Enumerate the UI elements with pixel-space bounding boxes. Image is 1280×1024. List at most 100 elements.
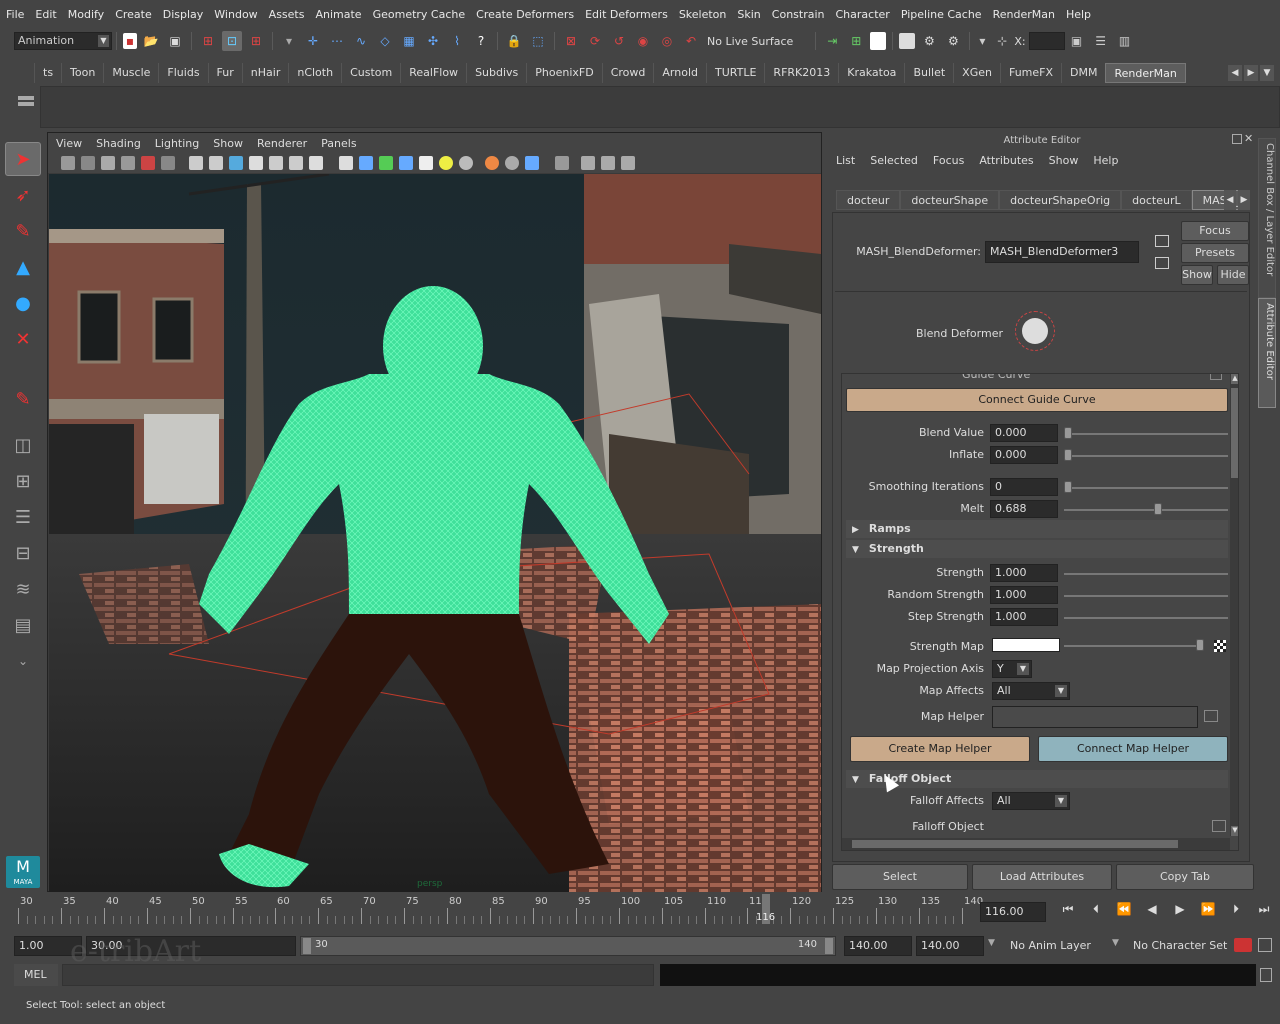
select-tool-icon[interactable]: ➤: [5, 142, 41, 176]
attribute-scroll-region[interactable]: Guide Curve Connect Guide Curve Blend Va…: [841, 373, 1239, 851]
ae-menu-focus[interactable]: Focus: [933, 154, 964, 167]
blend-value-slider-knob[interactable]: [1064, 427, 1072, 439]
smoothing-iterations-slider[interactable]: [1064, 487, 1228, 489]
safe-action-icon[interactable]: [249, 156, 263, 170]
wireframe-icon[interactable]: [339, 156, 353, 170]
ae-menu-help[interactable]: Help: [1093, 154, 1118, 167]
lasso-tool-icon[interactable]: ➶: [5, 178, 41, 212]
scroll-up-icon[interactable]: ▲: [1231, 374, 1238, 384]
range-end-field[interactable]: 140.00: [844, 936, 912, 956]
chevron-down-icon[interactable]: ▾: [976, 31, 988, 51]
create-map-helper-button[interactable]: Create Map Helper: [850, 736, 1030, 762]
strength-map-knob[interactable]: [1196, 639, 1204, 651]
tool-settings-icon[interactable]: ☰: [1091, 31, 1111, 51]
snap-grid-icon[interactable]: ✛: [303, 31, 323, 51]
shelf-tab-fumefx[interactable]: FumeFX: [999, 63, 1061, 83]
menu-help[interactable]: Help: [1066, 8, 1091, 21]
shelf-tab-subdivs[interactable]: Subdivs: [466, 63, 526, 83]
last-tool-icon[interactable]: ✎: [5, 382, 41, 416]
map-projection-axis-select[interactable]: Y ▼: [992, 660, 1032, 678]
smoothing-iterations-slider-knob[interactable]: [1064, 481, 1072, 493]
melt-slider-knob[interactable]: [1154, 503, 1162, 515]
snap-surface-icon[interactable]: ▦: [399, 31, 419, 51]
blend-value-slider[interactable]: [1064, 433, 1228, 435]
shelf-tab-phoenixfd[interactable]: PhoenixFD: [526, 63, 601, 83]
viewport-menu-show[interactable]: Show: [213, 137, 243, 150]
go-end-icon[interactable]: ⏭: [1250, 902, 1278, 917]
strength-map-swatch[interactable]: [992, 638, 1060, 652]
rotate-tool-icon[interactable]: ●: [5, 286, 41, 320]
shelf-tab-fluids[interactable]: Fluids: [158, 63, 207, 83]
shelf-tab-ncloth[interactable]: nCloth: [288, 63, 341, 83]
ae-tab-docteurl[interactable]: docteurL: [1121, 190, 1192, 210]
mel-label[interactable]: MEL: [14, 964, 58, 986]
shelf-tab-muscle[interactable]: Muscle: [103, 63, 158, 83]
new-scene-icon[interactable]: ▪: [123, 33, 137, 49]
blend-value-field[interactable]: 0.000: [990, 424, 1058, 442]
camera-icon[interactable]: ⇥: [822, 31, 842, 51]
smoothing-iterations-field[interactable]: 0: [990, 478, 1058, 496]
melt-field[interactable]: 0.688: [990, 500, 1058, 518]
reference-icon[interactable]: ⊞: [846, 31, 866, 51]
shelf-tab-renderman[interactable]: RenderMan: [1105, 63, 1186, 83]
ae-menu-selected[interactable]: Selected: [870, 154, 918, 167]
vertical-scrollbar[interactable]: ▲ ▼: [1230, 374, 1238, 836]
auto-key-icon[interactable]: [1234, 938, 1252, 952]
shelf-tab-realflow[interactable]: RealFlow: [400, 63, 466, 83]
menu-create-deformers[interactable]: Create Deformers: [476, 8, 574, 21]
chevron-left-icon[interactable]: ◀: [1228, 65, 1242, 81]
step-strength-slider[interactable]: [1064, 617, 1228, 619]
menu-animate[interactable]: Animate: [315, 8, 361, 21]
render-frame-icon[interactable]: ◉: [633, 31, 653, 51]
layout-more-icon[interactable]: ⌄: [5, 644, 41, 678]
open-scene-icon[interactable]: 📂: [141, 31, 161, 51]
grid-toggle-icon[interactable]: [141, 156, 155, 170]
lock-icon[interactable]: 🔒: [504, 31, 524, 51]
ae-menu-list[interactable]: List: [836, 154, 855, 167]
melt-slider[interactable]: [1064, 509, 1228, 511]
shelf-tab-arnold[interactable]: Arnold: [653, 63, 706, 83]
ae-menu-attributes[interactable]: Attributes: [979, 154, 1033, 167]
resolution-gate-icon[interactable]: [189, 156, 203, 170]
menu-constrain[interactable]: Constrain: [772, 8, 825, 21]
step-forward-icon[interactable]: ⏵: [1222, 902, 1250, 917]
help-icon[interactable]: ?: [471, 31, 491, 51]
shelf-tab-fur[interactable]: Fur: [207, 63, 242, 83]
load-attributes-button[interactable]: Load Attributes: [972, 864, 1112, 890]
map-helper-field[interactable]: [992, 706, 1198, 728]
ramps-section[interactable]: ▶ Ramps: [846, 520, 1228, 538]
menu-window[interactable]: Window: [214, 8, 257, 21]
ae-tab-docteur[interactable]: docteur: [836, 190, 901, 210]
shelf-tab-turtle[interactable]: TURTLE: [706, 63, 764, 83]
strength-field[interactable]: 1.000: [990, 564, 1058, 582]
filter-icon[interactable]: ▾: [279, 31, 299, 51]
scale-tool-icon[interactable]: ✕: [5, 322, 41, 356]
menu-edit[interactable]: Edit: [35, 8, 56, 21]
shelf-tab-xgen[interactable]: XGen: [953, 63, 1000, 83]
viewport-menu-shading[interactable]: Shading: [96, 137, 141, 150]
chevron-down-icon[interactable]: ▼: [1112, 938, 1119, 948]
menu-pipeline-cache[interactable]: Pipeline Cache: [901, 8, 982, 21]
input-ops-icon[interactable]: ⊠: [561, 31, 581, 51]
select-button[interactable]: Select: [832, 864, 968, 890]
shelf-tab-rfrk2013[interactable]: RFRK2013: [764, 63, 838, 83]
live-surface-label[interactable]: No Live Surface: [707, 35, 793, 48]
current-frame-field[interactable]: 116.00: [980, 902, 1046, 922]
script-editor-icon[interactable]: [1260, 968, 1272, 982]
falloff-object-link-icon[interactable]: [1212, 820, 1226, 832]
chevron-down-icon[interactable]: ▼: [988, 938, 995, 948]
lights-icon[interactable]: [439, 156, 453, 170]
falloff-affects-select[interactable]: All ▼: [992, 792, 1070, 810]
copy-tab-button[interactable]: Copy Tab: [1116, 864, 1254, 890]
render-settings-icon[interactable]: ↶: [681, 31, 701, 51]
menu-modify[interactable]: Modify: [68, 8, 104, 21]
paint-select-icon[interactable]: ✎: [5, 214, 41, 248]
layout-curve-icon[interactable]: ≋: [5, 572, 41, 606]
channel-box-icon[interactable]: ▥: [1115, 31, 1135, 51]
render-globals-icon[interactable]: ⚙: [943, 31, 963, 51]
inflate-field[interactable]: 0.000: [990, 446, 1058, 464]
menu-assets[interactable]: Assets: [269, 8, 305, 21]
viewport-menu-renderer[interactable]: Renderer: [257, 137, 307, 150]
x-coord-field[interactable]: [1028, 32, 1065, 50]
character-set-label[interactable]: No Character Set: [1133, 939, 1227, 952]
